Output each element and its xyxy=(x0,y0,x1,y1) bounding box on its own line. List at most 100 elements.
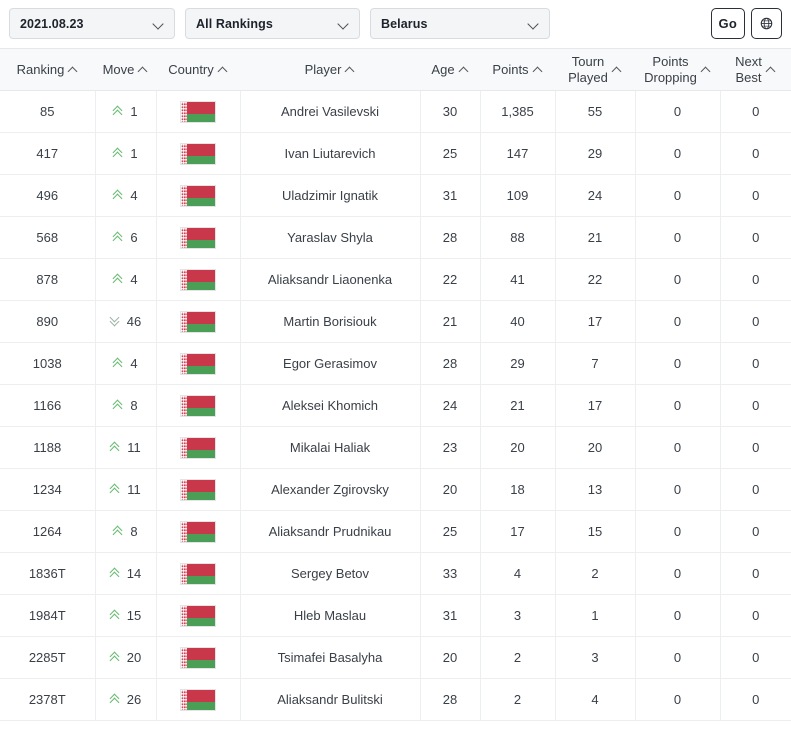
column-header-ranking-label: Ranking xyxy=(16,61,65,77)
cell-age: 30 xyxy=(420,90,481,133)
table-row[interactable]: 2285T 20 Tsimafei Basalyha 20 2 3 0 0 xyxy=(0,636,791,679)
date-select-value: 2021.08.23 xyxy=(20,16,84,31)
table-row[interactable]: 1984T 15 Hleb Maslau 31 3 1 0 0 xyxy=(0,594,791,637)
cell-country xyxy=(156,636,241,679)
column-header-tourn-played[interactable]: Tourn Played xyxy=(555,48,635,91)
cell-next-best: 0 xyxy=(720,258,791,301)
globe-icon xyxy=(760,17,773,30)
move-value: 46 xyxy=(126,313,142,329)
cell-next-best: 0 xyxy=(720,132,791,175)
cell-points-dropping: 0 xyxy=(635,300,721,343)
column-header-next-best-label: Next Best xyxy=(735,54,762,85)
cell-player: Sergey Betov xyxy=(240,552,421,595)
nation-select[interactable]: Belarus xyxy=(370,8,550,39)
table-row[interactable]: 85 1 Andrei Vasilevski 30 1,385 55 0 0 xyxy=(0,90,791,133)
rankings-table: Ranking Move Country Player Age Points T… xyxy=(0,48,791,721)
cell-country xyxy=(156,384,241,427)
globe-button[interactable] xyxy=(751,8,782,39)
cell-points: 4 xyxy=(480,552,556,595)
move-value: 20 xyxy=(126,649,142,665)
move-value: 4 xyxy=(130,271,138,287)
table-row[interactable]: 1836T 14 Sergey Betov 33 4 2 0 0 xyxy=(0,552,791,595)
column-header-next-best[interactable]: Next Best xyxy=(720,48,791,91)
cell-points-dropping: 0 xyxy=(635,90,721,133)
column-header-age[interactable]: Age xyxy=(420,48,480,91)
cell-player: Tsimafei Basalyha xyxy=(240,636,421,679)
table-row[interactable]: 1038 4 Egor Gerasimov 28 29 7 0 0 xyxy=(0,342,791,385)
column-header-ranking[interactable]: Ranking xyxy=(0,48,95,91)
go-button[interactable]: Go xyxy=(710,8,745,39)
cell-country xyxy=(156,300,241,343)
cell-tourn-played: 17 xyxy=(555,384,636,427)
cell-ranking: 1166 xyxy=(0,384,96,427)
cell-move: 6 xyxy=(95,216,157,259)
cell-move: 1 xyxy=(95,90,157,133)
cell-tourn-played: 21 xyxy=(555,216,636,259)
cell-age: 25 xyxy=(420,132,481,175)
cell-country xyxy=(156,468,241,511)
table-row[interactable]: 1264 8 Aliaksandr Prudnikau 25 17 15 0 0 xyxy=(0,510,791,553)
belarus-flag-icon xyxy=(180,310,216,333)
belarus-flag-icon xyxy=(180,562,216,585)
cell-country xyxy=(156,594,241,637)
column-header-player[interactable]: Player xyxy=(240,48,420,91)
table-header: Ranking Move Country Player Age Points T… xyxy=(0,48,791,91)
table-row[interactable]: 878 4 Aliaksandr Liaonenka 22 41 22 0 0 xyxy=(0,258,791,301)
cell-ranking: 85 xyxy=(0,90,96,133)
column-header-points-dropping[interactable]: Points Dropping xyxy=(635,48,720,91)
ranking-select[interactable]: All Rankings xyxy=(185,8,360,39)
cell-tourn-played: 29 xyxy=(555,132,636,175)
cell-points: 40 xyxy=(480,300,556,343)
table-row[interactable]: 1166 8 Aleksei Khomich 24 21 17 0 0 xyxy=(0,384,791,427)
belarus-flag-icon xyxy=(180,268,216,291)
caret-up-icon xyxy=(702,65,711,74)
belarus-flag-icon xyxy=(180,688,216,711)
column-header-points-dropping-label: Points Dropping xyxy=(644,54,697,85)
cell-next-best: 0 xyxy=(720,678,791,721)
cell-next-best: 0 xyxy=(720,342,791,385)
chevron-double-up-icon xyxy=(112,105,124,119)
date-select[interactable]: 2021.08.23 xyxy=(9,8,175,39)
cell-age: 31 xyxy=(420,174,481,217)
column-header-country[interactable]: Country xyxy=(156,48,240,91)
cell-move: 14 xyxy=(95,552,157,595)
nation-select-value: Belarus xyxy=(381,16,428,31)
cell-points: 21 xyxy=(480,384,556,427)
cell-tourn-played: 22 xyxy=(555,258,636,301)
cell-age: 22 xyxy=(420,258,481,301)
table-row[interactable]: 890 46 Martin Borisiouk 21 40 17 0 0 xyxy=(0,300,791,343)
cell-move: 4 xyxy=(95,258,157,301)
cell-tourn-played: 20 xyxy=(555,426,636,469)
cell-points: 41 xyxy=(480,258,556,301)
cell-points-dropping: 0 xyxy=(635,258,721,301)
column-header-move[interactable]: Move xyxy=(95,48,156,91)
table-row[interactable]: 2378T 26 Aliaksandr Bulitski 28 2 4 0 0 xyxy=(0,678,791,721)
cell-age: 28 xyxy=(420,678,481,721)
cell-move: 15 xyxy=(95,594,157,637)
cell-next-best: 0 xyxy=(720,174,791,217)
table-header-row: Ranking Move Country Player Age Points T… xyxy=(0,48,791,91)
cell-move: 11 xyxy=(95,426,157,469)
table-row[interactable]: 1188 11 Mikalai Haliak 23 20 20 0 0 xyxy=(0,426,791,469)
cell-points-dropping: 0 xyxy=(635,132,721,175)
column-header-age-label: Age xyxy=(431,61,455,77)
table-row[interactable]: 496 4 Uladzimir Ignatik 31 109 24 0 0 xyxy=(0,174,791,217)
ranking-select-value: All Rankings xyxy=(196,16,273,31)
cell-next-best: 0 xyxy=(720,300,791,343)
cell-move: 11 xyxy=(95,468,157,511)
table-row[interactable]: 1234 11 Alexander Zgirovsky 20 18 13 0 0 xyxy=(0,468,791,511)
chevron-down-icon xyxy=(338,18,349,29)
column-header-points[interactable]: Points xyxy=(480,48,555,91)
cell-tourn-played: 15 xyxy=(555,510,636,553)
belarus-flag-icon xyxy=(180,226,216,249)
table-row[interactable]: 417 1 Ivan Liutarevich 25 147 29 0 0 xyxy=(0,132,791,175)
table-row[interactable]: 568 6 Yaraslav Shyla 28 88 21 0 0 xyxy=(0,216,791,259)
chevron-double-up-icon xyxy=(112,357,124,371)
cell-player: Egor Gerasimov xyxy=(240,342,421,385)
cell-player: Alexander Zgirovsky xyxy=(240,468,421,511)
nation-select-wrapper: Belarus xyxy=(370,8,550,39)
cell-points-dropping: 0 xyxy=(635,636,721,679)
caret-up-icon xyxy=(139,65,148,74)
cell-points-dropping: 0 xyxy=(635,342,721,385)
cell-country xyxy=(156,678,241,721)
